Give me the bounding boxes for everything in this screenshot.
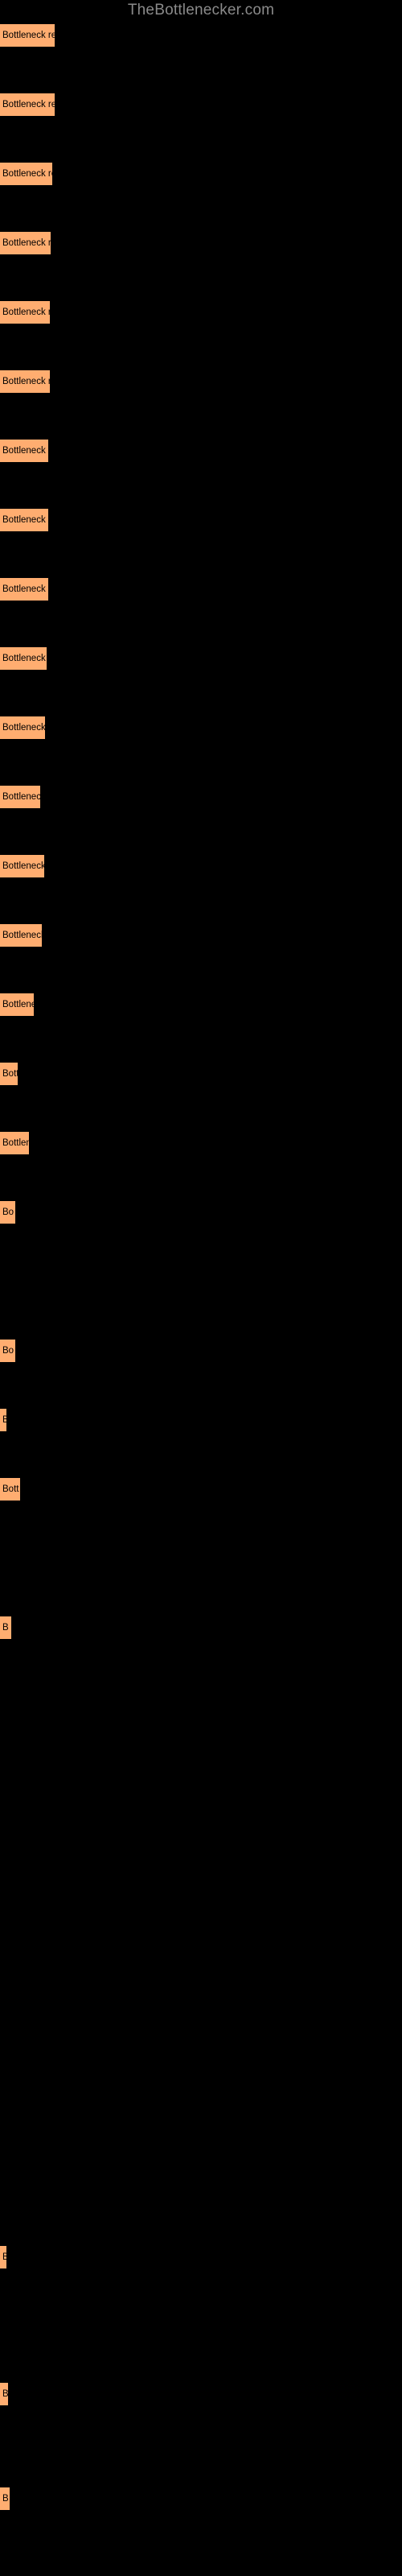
bar-22[interactable]: Bott (0, 1478, 20, 1501)
bar-21[interactable]: B (0, 1409, 6, 1431)
bar-29[interactable]: B (0, 2383, 8, 2405)
bar-17[interactable]: Bottlene (0, 1132, 29, 1154)
bar-6[interactable]: Bottleneck resu (0, 370, 50, 393)
bar-label: Bottlene (2, 1138, 29, 1148)
chart-page: TheBottlenecker.com Bottleneck result Bot… (0, 0, 402, 2576)
bar-2[interactable]: Bottleneck result (0, 93, 55, 116)
bar-7[interactable]: Bottleneck resu (0, 440, 48, 462)
bar-label: Bottleneck resu (2, 584, 48, 594)
bar-label: Bo (2, 1208, 14, 1217)
bar-28[interactable]: B (0, 2246, 6, 2268)
bar-label: Bottleneck resul (2, 308, 50, 317)
bar-30[interactable]: B (0, 2487, 10, 2510)
bar-12[interactable]: Bottleneck re (0, 786, 40, 808)
bar-label: Bott (2, 1484, 19, 1494)
bar-label: Bottleneck rese (2, 723, 45, 733)
bar-5[interactable]: Bottleneck resul (0, 301, 50, 324)
bar-14[interactable]: Bottleneck re (0, 924, 42, 947)
bar-label: Bottleneck result (2, 31, 55, 40)
bar-20[interactable]: Bo (0, 1340, 15, 1362)
bar-11[interactable]: Bottleneck rese (0, 716, 45, 739)
bar-label: Bottleneck result (2, 100, 55, 109)
bar-label: B (2, 1623, 9, 1633)
bar-label: B (2, 2494, 9, 2504)
bar-label: Bottlenec (2, 1000, 34, 1009)
bar-3[interactable]: Bottleneck result (0, 163, 52, 185)
bar-label: B (2, 1415, 6, 1425)
bar-label: B (2, 2389, 8, 2399)
bar-4[interactable]: Bottleneck resul (0, 232, 51, 254)
bar-18[interactable]: Bo (0, 1201, 15, 1224)
bar-9[interactable]: Bottleneck resu (0, 578, 48, 601)
bar-label: B (2, 2252, 6, 2262)
bar-8[interactable]: Bottleneck resu (0, 509, 48, 531)
bar-label: Bottleneck res (2, 861, 44, 871)
bar-16[interactable]: Bott (0, 1063, 18, 1085)
bar-label: Bottleneck resul (2, 238, 51, 248)
bar-label: Bottleneck resu (2, 377, 50, 386)
bar-label: Bottleneck re (2, 792, 40, 802)
bar-label: Bottleneck resu (2, 654, 47, 663)
bar-label: Bo (2, 1346, 14, 1356)
bar-15[interactable]: Bottlenec (0, 993, 34, 1016)
bar-24[interactable]: B (0, 1616, 11, 1639)
bar-label: Bottleneck resu (2, 515, 48, 525)
bar-label: Bottleneck resu (2, 446, 48, 456)
bar-10[interactable]: Bottleneck resu (0, 647, 47, 670)
bar-13[interactable]: Bottleneck res (0, 855, 44, 877)
bar-1[interactable]: Bottleneck result (0, 24, 55, 47)
bar-label: Bottleneck re (2, 931, 42, 940)
page-title: TheBottlenecker.com (127, 2, 275, 19)
bar-label: Bott (2, 1069, 18, 1079)
bar-label: Bottleneck result (2, 169, 52, 179)
